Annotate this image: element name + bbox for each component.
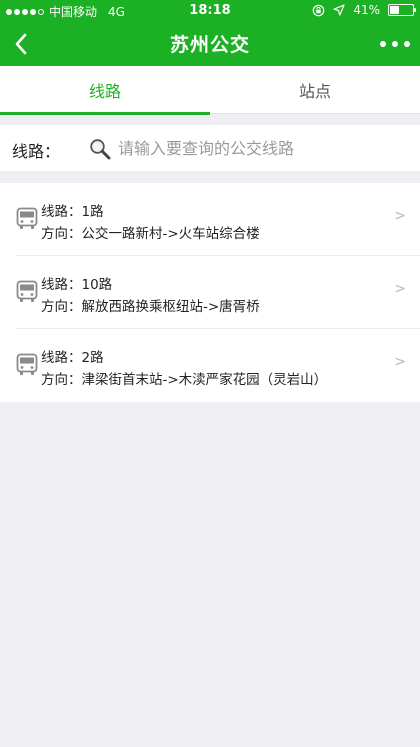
battery-level [390,6,400,14]
route-number: 线路：2路 [41,350,104,366]
tab-bar: 线路 站点 [0,66,420,115]
route-direction: 方向：津梁街首末站->木渎严家花园（灵岩山） [41,372,328,388]
battery-percent: 41% [353,3,380,17]
battery-icon [388,4,416,16]
route-list: 线路：1路 方向：公交一路新村->火车站综合楼 > 线路：10路 方向：解放西路… [0,183,420,402]
lock-rotation-icon [313,4,325,16]
more-options-icon[interactable] [380,32,410,56]
tab-stops[interactable]: 站点 [210,66,420,114]
chevron-right-icon: > [394,354,406,370]
status-bar: 中国移动 4G 18:18 41% [0,0,420,22]
route-number: 线路：10路 [41,277,113,293]
bus-icon [16,280,38,302]
status-right: 41% [312,3,416,17]
location-arrow-icon [333,4,345,16]
chevron-right-icon: > [394,281,406,297]
route-list-item[interactable]: 线路：1路 方向：公交一路新村->火车站综合楼 > [0,183,420,256]
bus-icon [16,207,38,229]
route-search-bar: 线路： [0,125,420,171]
chevron-right-icon: > [394,208,406,224]
search-icon [90,139,111,160]
route-search-input[interactable] [118,135,408,161]
page-title: 苏州公交 [169,34,250,56]
route-direction: 方向：解放西路换乘枢纽站->唐胥桥 [41,299,260,315]
tab-routes[interactable]: 线路 [0,66,210,115]
route-list-item[interactable]: 线路：10路 方向：解放西路换乘枢纽站->唐胥桥 > [0,256,420,329]
search-label: 线路： [12,142,61,161]
route-list-item[interactable]: 线路：2路 方向：津梁街首末站->木渎严家花园（灵岩山） > [0,329,420,402]
navigation-bar: 苏州公交 [0,22,420,66]
app-header: 中国移动 4G 18:18 41% 苏州公交 [0,0,420,66]
bus-icon [16,353,38,375]
route-direction: 方向：公交一路新村->火车站综合楼 [41,226,260,242]
route-number: 线路：1路 [41,204,104,220]
